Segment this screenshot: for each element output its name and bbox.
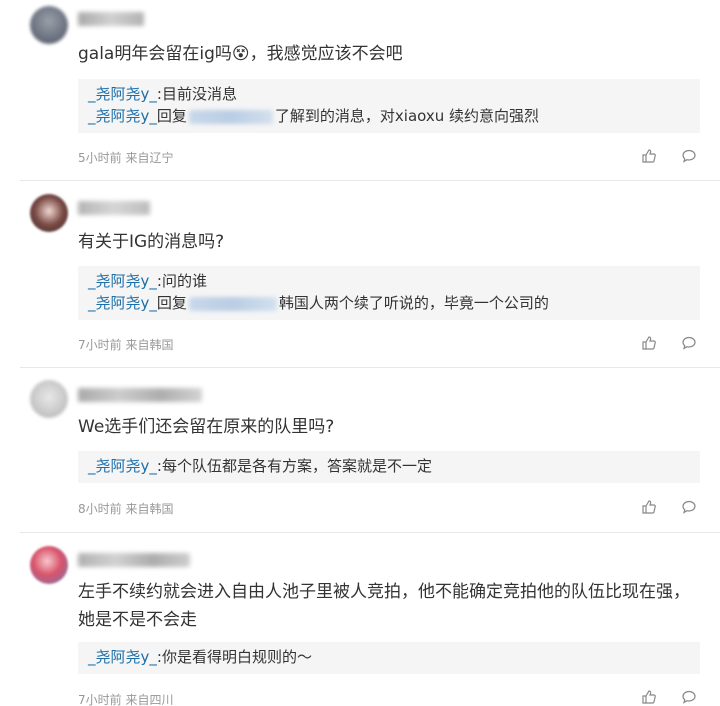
reply-text: 目前没消息 <box>161 85 237 103</box>
reply-item: _尧阿尧y_:问的谁 <box>88 270 690 292</box>
reply-username[interactable]: _尧阿尧y_ <box>88 107 157 125</box>
reply-list: _尧阿尧y_:每个队伍都是各有方案，答案就是不一定 <box>78 451 700 483</box>
reply-item: _尧阿尧y_回复 了解到的消息，对xiaoxu 续约意向强烈 <box>88 105 690 127</box>
comment-bubble-icon[interactable] <box>680 334 698 352</box>
comment-bubble-icon[interactable] <box>680 147 698 165</box>
reply-text: 了解到的消息，对xiaoxu 续约意向强烈 <box>274 107 540 125</box>
reply-text: 每个队伍都是各有方案，答案就是不一定 <box>161 457 432 475</box>
username-blurred[interactable] <box>78 201 150 215</box>
thumbs-up-icon[interactable] <box>640 498 658 516</box>
comment-meta: 7小时前 来自韩国 <box>78 338 174 352</box>
comment-actions <box>640 498 698 516</box>
reply-text: 你是看得明白规则的～ <box>161 648 312 666</box>
avatar[interactable] <box>30 194 68 232</box>
reply-separator: 回复 <box>156 294 187 312</box>
thumbs-up-icon[interactable] <box>640 334 658 352</box>
avatar[interactable] <box>30 546 68 584</box>
reply-username[interactable]: _尧阿尧y_ <box>88 457 157 475</box>
reply-separator: 回复 <box>156 107 187 125</box>
reply-username[interactable]: _尧阿尧y_ <box>88 272 157 290</box>
reply-text: 问的谁 <box>161 272 207 290</box>
reply-target-blurred[interactable] <box>188 296 277 311</box>
comment-text: 有关于IG的消息吗? <box>78 232 225 252</box>
reply-list: _尧阿尧y_:你是看得明白规则的～ <box>78 642 700 674</box>
comment-item: 有关于IG的消息吗? _尧阿尧y_:问的谁 _尧阿尧y_回复 韩国人两个续了听说的… <box>0 181 720 367</box>
comment-actions <box>640 688 698 706</box>
avatar[interactable] <box>30 6 68 44</box>
comment-meta: 8小时前 来自韩国 <box>78 502 174 516</box>
comment-bubble-icon[interactable] <box>680 498 698 516</box>
comment-actions <box>640 147 698 165</box>
comment-actions <box>640 334 698 352</box>
username-blurred[interactable] <box>78 553 190 567</box>
comment-bubble-icon[interactable] <box>680 688 698 706</box>
reply-item: _尧阿尧y_回复 韩国人两个续了听说的，毕竟一个公司的 <box>88 292 690 314</box>
comment-text: 左手不续约就会进入自由人池子里被人竞拍，他不能确定竞拍他的队伍比现在强，她是不是… <box>78 582 690 630</box>
reply-username[interactable]: _尧阿尧y_ <box>88 294 157 312</box>
comment-item: gala明年会留在ig吗😵，我感觉应该不会吧 _尧阿尧y_:目前没消息 _尧阿尧… <box>0 0 720 180</box>
reply-list: _尧阿尧y_:问的谁 _尧阿尧y_回复 韩国人两个续了听说的，毕竟一个公司的 <box>78 266 700 320</box>
reply-username[interactable]: _尧阿尧y_ <box>88 85 157 103</box>
reply-username[interactable]: _尧阿尧y_ <box>88 648 157 666</box>
comment-meta: 7小时前 来自四川 <box>78 693 174 706</box>
thumbs-up-icon[interactable] <box>640 688 658 706</box>
username-blurred[interactable] <box>78 12 144 26</box>
reply-item: _尧阿尧y_:你是看得明白规则的～ <box>88 646 690 668</box>
comment-item: We选手们还会留在原来的队里吗? _尧阿尧y_:每个队伍都是各有方案，答案就是不… <box>0 368 720 532</box>
reply-target-blurred[interactable] <box>188 109 273 124</box>
reply-item: _尧阿尧y_:每个队伍都是各有方案，答案就是不一定 <box>88 455 690 477</box>
username-blurred[interactable] <box>78 388 202 402</box>
thumbs-up-icon[interactable] <box>640 147 658 165</box>
avatar[interactable] <box>30 380 68 418</box>
reply-item: _尧阿尧y_:目前没消息 <box>88 83 690 105</box>
reply-list: _尧阿尧y_:目前没消息 _尧阿尧y_回复 了解到的消息，对xiaoxu 续约意向… <box>78 79 700 133</box>
comment-text: We选手们还会留在原来的队里吗? <box>78 417 335 437</box>
comment-item: 左手不续约就会进入自由人池子里被人竞拍，他不能确定竞拍他的队伍比现在强，她是不是… <box>0 533 720 706</box>
reply-text: 韩国人两个续了听说的，毕竟一个公司的 <box>278 294 549 312</box>
comment-meta: 5小时前 来自辽宁 <box>78 151 174 165</box>
comment-text: gala明年会留在ig吗😵，我感觉应该不会吧 <box>78 44 403 64</box>
